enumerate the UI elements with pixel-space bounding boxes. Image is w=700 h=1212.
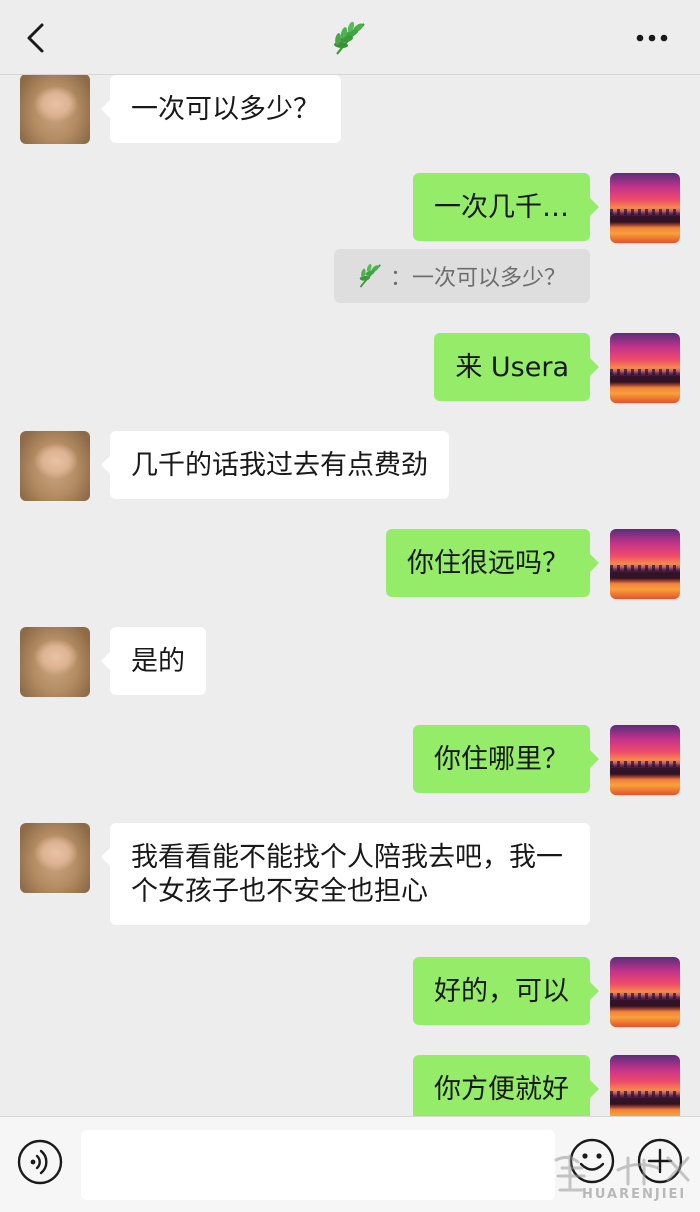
message-bubble-sent[interactable]: 来 Usera [434,333,599,401]
quoted-text: ：一次可以多少？ [389,266,566,291]
leaf-icon [359,264,381,288]
emoji-icon[interactable] [568,1137,616,1185]
message-bubble-sent[interactable]: 你住很远吗？ [386,529,599,597]
my-avatar[interactable] [610,529,680,599]
message-bubble-sent[interactable]: 一次几千… [413,173,599,241]
my-avatar[interactable] [610,173,680,243]
message-bubble-sent[interactable]: 你方便就好 [413,1055,599,1116]
message-bubble-received[interactable]: 是的 [101,627,206,695]
my-avatar[interactable] [610,333,680,403]
contact-avatar[interactable] [20,823,90,893]
plus-icon[interactable] [636,1137,684,1185]
voice-icon[interactable] [17,1139,63,1185]
contact-avatar[interactable] [20,431,90,501]
chat-header [0,0,700,75]
contact-avatar[interactable] [20,627,90,697]
message-bubble-sent[interactable]: 你住哪里？ [413,725,599,793]
my-avatar[interactable] [610,957,680,1027]
my-avatar[interactable] [610,1055,680,1116]
chevron-left-icon[interactable] [22,22,52,54]
message-bubble-sent[interactable]: 好的，可以 [413,957,599,1025]
ellipsis-icon[interactable] [632,24,672,52]
quoted-reply[interactable]: ：一次可以多少？ [333,249,590,303]
contact-avatar[interactable] [20,75,90,144]
watermark-text: HUARENJIEI [582,1187,687,1202]
leaf-icon [334,21,365,55]
message-bubble-received[interactable]: 几千的话我过去有点费劲 [101,431,449,499]
message-list[interactable]: 一次可以多少？ 一次几千… ：一次可以多少？ 来 Usera 几千的话我过去有点… [0,75,700,1116]
message-input[interactable] [81,1130,555,1200]
my-avatar[interactable] [610,725,680,795]
message-bubble-received[interactable]: 我看看能不能找个人陪我去吧，我一个女孩子也不安全也担心 [101,823,590,925]
message-bubble-received[interactable]: 一次可以多少？ [101,75,341,143]
